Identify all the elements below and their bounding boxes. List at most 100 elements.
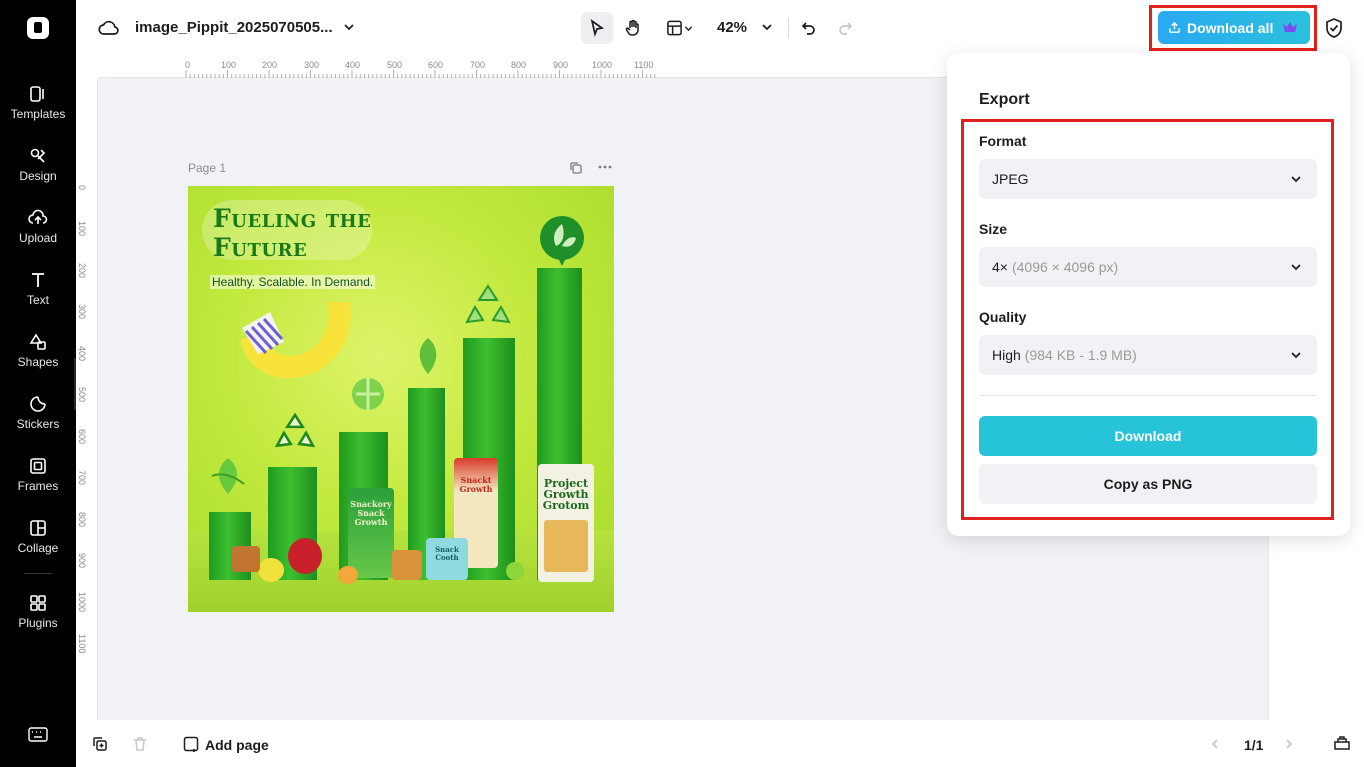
sidebar-item-upload[interactable]: Upload bbox=[0, 208, 76, 264]
fruit-orange bbox=[338, 566, 358, 584]
ruler-tick-label: 100 bbox=[221, 60, 237, 70]
size-detail: (4096 × 4096 px) bbox=[1011, 259, 1119, 275]
snack-bar bbox=[392, 550, 422, 580]
headline-line-2: Future bbox=[213, 233, 308, 262]
sidebar-item-label: Design bbox=[19, 169, 57, 183]
app-logo[interactable] bbox=[27, 17, 49, 39]
fruit-lemon bbox=[258, 558, 284, 582]
page-counter: 1/1 bbox=[1244, 737, 1264, 753]
hand-tool-button[interactable] bbox=[617, 12, 649, 44]
chevron-down-icon bbox=[684, 25, 693, 31]
ruler-tick-label: 1100 bbox=[634, 60, 654, 70]
ruler-tick-label: 1100 bbox=[77, 634, 87, 654]
download-all-button[interactable]: Download all bbox=[1158, 11, 1310, 44]
sidebar-item-label: Text bbox=[26, 293, 49, 307]
duplicate-icon[interactable] bbox=[92, 736, 108, 752]
quality-detail: (984 KB - 1.9 MB) bbox=[1024, 347, 1137, 363]
headline-line-1: Fueling the bbox=[213, 204, 372, 233]
duplicate-page-icon[interactable] bbox=[569, 161, 583, 175]
sidebar-item-label: Frames bbox=[17, 479, 59, 493]
recycle-icon bbox=[465, 284, 511, 324]
copy-as-png-button[interactable]: Copy as PNG bbox=[979, 464, 1317, 504]
decorative-banana-shape bbox=[240, 302, 351, 379]
layout-menu-button[interactable] bbox=[660, 12, 700, 44]
trash-icon[interactable] bbox=[132, 736, 148, 752]
fruit-lime bbox=[506, 562, 524, 580]
size-select[interactable]: 4× (4096 × 4096 px) bbox=[979, 247, 1317, 287]
hand-icon bbox=[625, 19, 639, 36]
ruler-tick-label: 500 bbox=[77, 387, 87, 403]
sidebar-item-text[interactable]: Text bbox=[0, 270, 76, 326]
chevron-left-icon[interactable] bbox=[1208, 737, 1222, 751]
chevron-down-icon bbox=[1291, 176, 1301, 183]
cloud-sync-icon[interactable] bbox=[98, 18, 120, 38]
chevron-down-icon bbox=[1291, 352, 1301, 359]
ruler-tick-label: 800 bbox=[511, 60, 527, 70]
download-button[interactable]: Download bbox=[979, 416, 1317, 456]
package-label: Project Growth Grotom bbox=[542, 477, 590, 512]
sidebar-item-collage[interactable]: Collage bbox=[0, 518, 76, 574]
ruler-tick-label: 100 bbox=[77, 221, 87, 237]
chevron-down-icon[interactable] bbox=[342, 20, 356, 34]
chevron-right-icon[interactable] bbox=[1282, 737, 1296, 751]
ruler-tick-label: 800 bbox=[77, 512, 87, 528]
leaf-icon bbox=[352, 378, 384, 410]
product-package: Project Growth Grotom bbox=[538, 464, 594, 582]
shield-check-icon[interactable] bbox=[1324, 17, 1344, 39]
layers-icon[interactable] bbox=[1333, 734, 1351, 752]
design-artboard[interactable]: Fueling the Future Healthy. Scalable. In… bbox=[188, 186, 614, 612]
sidebar-item-label: Plugins bbox=[18, 616, 58, 630]
collage-icon bbox=[30, 520, 46, 536]
keyboard-shortcuts-icon[interactable] bbox=[28, 726, 48, 744]
redo-icon bbox=[839, 22, 853, 35]
export-icon bbox=[1169, 21, 1180, 33]
page-label: Page 1 bbox=[188, 161, 227, 175]
sidebar-item-plugins[interactable]: Plugins bbox=[0, 593, 76, 649]
left-ruler: 0 100 200 300 400 500 600 700 800 900 10… bbox=[76, 78, 98, 720]
file-name[interactable]: image_Pippit_2025070505... bbox=[135, 19, 333, 36]
cursor-arrow-icon bbox=[590, 19, 605, 37]
redo-button[interactable] bbox=[829, 12, 861, 44]
sidebar-item-label: Shapes bbox=[17, 355, 59, 369]
toolbar-divider bbox=[788, 18, 789, 38]
format-select[interactable]: JPEG bbox=[979, 159, 1317, 199]
select-tool-button[interactable] bbox=[581, 12, 613, 44]
sidebar-item-templates[interactable]: Templates bbox=[0, 84, 76, 140]
sidebar-divider bbox=[24, 573, 52, 574]
quality-select[interactable]: High (984 KB - 1.9 MB) bbox=[979, 335, 1317, 375]
ruler-tick-label: 600 bbox=[77, 429, 87, 445]
sidebar-item-stickers[interactable]: Stickers bbox=[0, 394, 76, 450]
format-value: JPEG bbox=[992, 171, 1029, 187]
ruler-tick-label: 300 bbox=[304, 60, 320, 70]
add-page-button[interactable]: Add page bbox=[205, 737, 269, 753]
text-icon bbox=[32, 273, 44, 287]
sidebar-item-shapes[interactable]: Shapes bbox=[0, 332, 76, 388]
export-divider bbox=[979, 395, 1317, 396]
sidebar-item-design[interactable]: Design bbox=[0, 146, 76, 202]
design-icon bbox=[30, 148, 46, 163]
fruit-strawberry bbox=[288, 538, 322, 574]
shapes-icon bbox=[29, 333, 46, 350]
ruler-tick-label: 400 bbox=[345, 60, 361, 70]
artwork-tagline[interactable]: Healthy. Scalable. In Demand. bbox=[210, 275, 376, 289]
artwork-headline[interactable]: Fueling the Future bbox=[213, 204, 371, 262]
leaf-badge-icon bbox=[540, 216, 584, 266]
quality-label: Quality bbox=[979, 309, 1027, 325]
ruler-tick-label: 400 bbox=[77, 346, 87, 362]
add-page-icon[interactable] bbox=[183, 736, 199, 752]
ruler-tick-label: 200 bbox=[77, 263, 87, 279]
undo-button[interactable] bbox=[793, 12, 825, 44]
ruler-tick-label: 0 bbox=[77, 185, 87, 191]
upload-icon bbox=[28, 209, 48, 224]
layout-icon bbox=[667, 20, 682, 36]
zoom-level[interactable]: 42% bbox=[717, 19, 747, 36]
frames-icon bbox=[30, 458, 46, 474]
export-popover: Export Format JPEG Size 4× (4096 × 4096 … bbox=[947, 53, 1350, 536]
ruler-tick-label: 200 bbox=[262, 60, 278, 70]
ruler-tick-label: 1000 bbox=[77, 592, 87, 613]
chevron-down-icon[interactable] bbox=[760, 20, 774, 34]
more-options-icon[interactable] bbox=[597, 160, 613, 174]
sidebar-item-frames[interactable]: Frames bbox=[0, 456, 76, 512]
product-package: Snack Cooth bbox=[426, 538, 468, 580]
stickers-icon bbox=[30, 396, 46, 412]
